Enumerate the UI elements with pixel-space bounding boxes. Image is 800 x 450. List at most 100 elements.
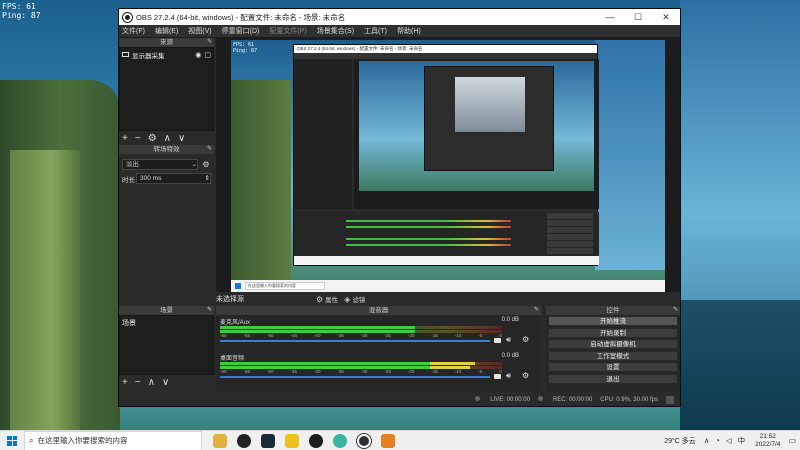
scale-tick: -25 — [384, 333, 391, 338]
transitions-title: 转场特效 — [153, 146, 180, 153]
dock-float-icon[interactable]: ✎ — [673, 306, 678, 315]
source-item[interactable]: 显示器采集 ◉ ▢ — [122, 50, 211, 60]
speaker-icon[interactable]: 🔊︎ — [506, 335, 511, 345]
nested-controls — [547, 213, 593, 257]
scale-tick: -20 — [407, 369, 415, 374]
pinned-apps — [208, 433, 400, 448]
dock-float-icon[interactable]: ✎ — [207, 38, 212, 47]
filters-label: 滤镜 — [352, 297, 366, 304]
clock[interactable]: 21:52 2022/7/4 — [755, 433, 780, 449]
speaker-icon[interactable]: 🔊︎ — [506, 371, 511, 381]
add-source-button[interactable]: + — [122, 133, 128, 144]
start-streaming-button[interactable]: 开始推流 — [548, 316, 678, 326]
controls-title: 控件 — [606, 307, 620, 314]
exit-button[interactable]: 退出 — [548, 373, 678, 384]
scale-tick: -40 — [313, 369, 321, 374]
menu-docks[interactable]: 停靠窗口(D) — [222, 26, 260, 36]
file-explorer-icon[interactable] — [213, 433, 227, 448]
volume-icon[interactable]: ◁ — [726, 436, 732, 445]
sources-toolbar: + − ⚙ ∧ ∨ — [119, 131, 214, 145]
nested-left-panel — [294, 59, 352, 209]
sources-title: 来源 — [160, 39, 173, 46]
move-scene-up-button[interactable]: ∧ — [148, 377, 155, 388]
chevron-down-icon: ⌄ — [191, 161, 197, 168]
scenes-dock: 场景 ✎ 场景 + − ∧ ∨ — [119, 306, 214, 392]
menu-view[interactable]: 视图(V) — [188, 26, 211, 36]
monitor-icon — [122, 52, 129, 57]
gear-icon[interactable]: ⚙ — [522, 371, 529, 380]
volume-fader[interactable] — [220, 376, 490, 378]
nested-canvas — [359, 61, 594, 191]
weather-widget[interactable]: 29°C 多云 — [664, 436, 696, 446]
dock-float-icon[interactable]: ✎ — [207, 306, 212, 315]
menu-file[interactable]: 文件(F) — [122, 26, 145, 36]
menu-tools[interactable]: 工具(T) — [364, 26, 387, 36]
gear-icon[interactable]: ⚙ — [201, 160, 211, 169]
settings-button[interactable]: 设置 — [548, 362, 678, 372]
menu-scene-collection[interactable]: 场景集合(S) — [317, 26, 354, 36]
move-source-down-button[interactable]: ∨ — [178, 133, 185, 144]
sources-header: 来源 ✎ — [119, 38, 214, 47]
start-button[interactable] — [0, 431, 24, 450]
transition-select[interactable]: 淡出 ⌄ — [122, 159, 198, 170]
studio-mode-button[interactable]: 工作室模式 — [548, 350, 678, 361]
menu-edit[interactable]: 编辑(E) — [155, 26, 178, 36]
taskbar-search[interactable]: ⌕ 在这里输入你要搜索的内容 — [24, 430, 202, 450]
scene-item[interactable]: 场景 — [122, 318, 211, 328]
mixer-body: 麦克风/Aux 0.0 dB -60 -55 -50 -45 -40 -35 -… — [216, 315, 541, 392]
sources-list: 显示器采集 ◉ ▢ — [119, 47, 214, 131]
app-icon[interactable] — [381, 433, 395, 448]
move-source-up-button[interactable]: ∧ — [164, 133, 171, 144]
game-app-icon[interactable] — [285, 433, 299, 448]
remove-source-button[interactable]: − — [135, 133, 141, 144]
dock-float-icon[interactable]: ✎ — [207, 145, 212, 154]
menu-profile[interactable]: 配置文件(P) — [269, 26, 306, 36]
scale-tick: -25 — [384, 369, 391, 374]
remove-scene-button[interactable]: − — [135, 377, 141, 388]
steam-icon[interactable] — [261, 433, 275, 448]
tray-overflow-icon[interactable]: ∧ — [704, 436, 710, 445]
preview-ping-text: Ping: 87 — [233, 48, 258, 54]
ping-text: Ping: 87 — [2, 11, 41, 20]
spinner-icon[interactable]: ⇕ — [205, 174, 210, 183]
properties-button[interactable]: ⚙ 属性 — [316, 294, 338, 305]
title-bar[interactable]: OBS 27.2.4 (64-bit, windows) - 配置文件: 未命名… — [119, 9, 680, 25]
mixer-track-desktop: 桌面音频 0.0 dB -60 -55 -50 -45 -40 -35 -30 … — [220, 353, 537, 389]
lock-icon[interactable]: ▢ — [204, 51, 211, 59]
maximize-button[interactable]: ☐ — [624, 12, 652, 23]
move-scene-down-button[interactable]: ∨ — [162, 377, 169, 388]
epic-icon[interactable] — [309, 433, 323, 448]
eye-icon[interactable]: ◉ — [195, 51, 201, 59]
live-status: LIVE: 00:00:00 — [475, 396, 530, 403]
live-icon — [475, 396, 481, 402]
scale-tick: -15 — [431, 333, 438, 338]
scenes-list: 场景 — [119, 315, 214, 375]
close-button[interactable]: ✕ — [652, 12, 680, 23]
controls-body: 开始推流 开始录制 启动虚拟摄像机 工作室模式 设置 退出 — [546, 315, 680, 392]
language-indicator[interactable]: 中 — [738, 435, 746, 446]
scale-tick: -45 — [290, 369, 297, 374]
source-properties-button[interactable]: ⚙ — [148, 133, 157, 144]
preview-canvas[interactable]: FPS: 61 Ping: 87 OBS 27.2.4 (64-bit, win… — [231, 40, 665, 292]
gear-icon[interactable]: ⚙ — [522, 335, 529, 344]
sea-of-thieves-icon[interactable] — [333, 433, 347, 448]
start-recording-button[interactable]: 开始录制 — [548, 327, 678, 338]
network-icon[interactable]: ◔ — [715, 436, 720, 445]
volume-fader[interactable] — [220, 340, 490, 342]
obs-taskbar-icon[interactable] — [357, 433, 371, 448]
menu-help[interactable]: 帮助(H) — [397, 26, 421, 36]
preview-area[interactable]: FPS: 61 Ping: 87 OBS 27.2.4 (64-bit, win… — [216, 38, 680, 292]
fader-handle[interactable] — [494, 338, 501, 343]
duration-input[interactable]: 300 ms ⇕ — [136, 173, 211, 184]
scale-tick: -30 — [360, 369, 368, 374]
qq-icon[interactable] — [237, 433, 251, 448]
volume-meter-level — [220, 326, 415, 329]
start-virtual-camera-button[interactable]: 启动虚拟摄像机 — [548, 339, 678, 349]
minimize-button[interactable]: — — [596, 12, 624, 22]
scenes-title: 场景 — [160, 307, 173, 314]
filters-button[interactable]: ◈ 滤镜 — [344, 294, 366, 305]
fader-handle[interactable] — [494, 374, 501, 379]
notification-icon[interactable]: ▭ — [788, 436, 796, 445]
add-scene-button[interactable]: + — [122, 377, 128, 388]
dock-float-icon[interactable]: ✎ — [534, 306, 539, 315]
